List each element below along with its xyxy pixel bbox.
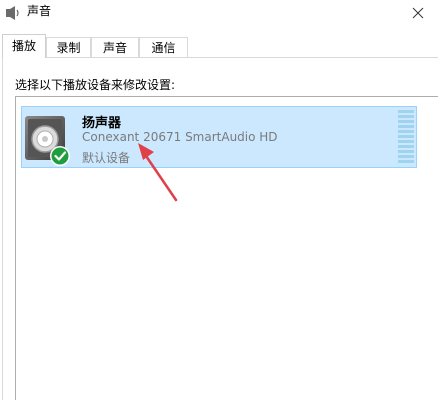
level-bar xyxy=(398,125,414,128)
level-bar xyxy=(398,145,414,148)
level-bar xyxy=(398,155,414,158)
volume-level-meter xyxy=(398,110,414,164)
speaker-icon xyxy=(6,6,19,20)
window-title: 声音 xyxy=(27,4,52,18)
default-check-icon xyxy=(50,146,70,166)
level-bar xyxy=(398,110,414,113)
level-bar xyxy=(398,140,414,143)
level-bar xyxy=(398,130,414,133)
close-icon xyxy=(412,7,424,19)
tab-communications[interactable]: 通信 xyxy=(139,37,188,57)
tab-recording[interactable]: 录制 xyxy=(46,37,91,57)
level-bar xyxy=(398,115,414,118)
level-bar xyxy=(398,135,414,138)
level-bar xyxy=(398,160,414,163)
instruction-text: 选择以下播放设备来修改设置: xyxy=(15,78,176,92)
level-bar xyxy=(398,120,414,123)
tab-playback[interactable]: 播放 xyxy=(2,34,46,58)
device-name: 扬声器 xyxy=(82,116,122,131)
device-status: 默认设备 xyxy=(82,151,131,165)
tab-strip: 播放 录制 声音 通信 xyxy=(0,34,438,58)
close-button[interactable] xyxy=(398,0,438,26)
device-description: Conexant 20671 SmartAudio HD xyxy=(82,130,278,144)
level-bar xyxy=(398,150,414,153)
speaker-device-icon xyxy=(25,116,70,166)
tab-sounds[interactable]: 声音 xyxy=(91,37,139,57)
title-bar: 声音 xyxy=(0,0,438,28)
